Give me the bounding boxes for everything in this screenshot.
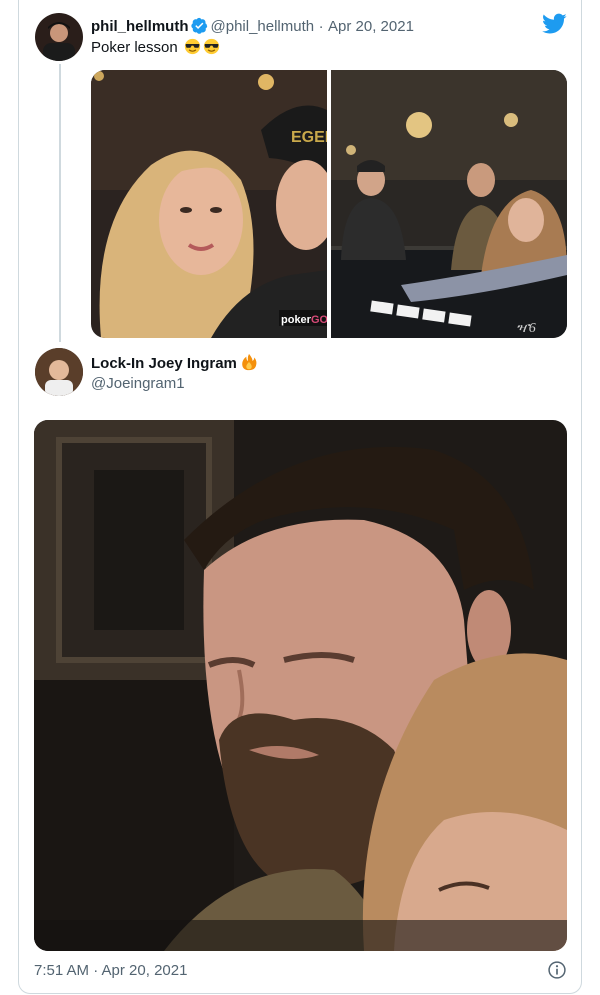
quoted-tweet-header: phil_hellmuth @phil_hellmuth · Apr 20, 20… [91,17,414,36]
tweet-timestamp[interactable]: 7:51 AM · Apr 20, 2021 [34,962,187,979]
svg-text:EGEN: EGEN [291,129,327,146]
closeup-photo[interactable] [34,420,567,951]
svg-text:poker: poker [281,314,312,326]
svg-text:GO: GO [311,314,327,326]
phil-hellmuth-avatar[interactable] [35,13,83,61]
info-icon[interactable] [547,960,567,980]
tweet-text: Poker lesson [91,39,178,56]
reply-timestamp: 7:51 AM · Apr 20, 2021 [34,962,187,980]
quoted-tweet-media: EGEN poker GO [91,70,567,338]
twitter-bird-icon[interactable] [542,13,567,35]
tweet-date[interactable]: Apr 20, 2021 [328,18,414,35]
quoted-tweet-text: Poker lesson [91,38,220,56]
fire-emoji [242,353,257,371]
sunglasses-emoji [184,38,201,55]
selfie-photo[interactable]: EGEN poker GO [91,70,327,338]
separator: · [318,18,324,35]
verified-badge-icon [190,17,207,34]
svg-text:ዣ6: ዣ6 [516,321,536,336]
reply-tweet-header: Lock-In Joey Ingram [91,353,258,373]
poker-table-photo[interactable]: ዣ6 [331,70,567,338]
handle[interactable]: @phil_hellmuth [211,18,315,35]
display-name[interactable]: phil_hellmuth [91,18,189,35]
thread-connector-line [59,64,61,342]
sunglasses-emoji [203,38,220,55]
display-name[interactable]: Lock-In Joey Ingram [91,355,237,372]
handle[interactable]: @Joeingram1 [91,375,185,392]
joey-ingram-avatar[interactable] [35,348,83,396]
reply-handle: @Joeingram1 [91,375,185,393]
